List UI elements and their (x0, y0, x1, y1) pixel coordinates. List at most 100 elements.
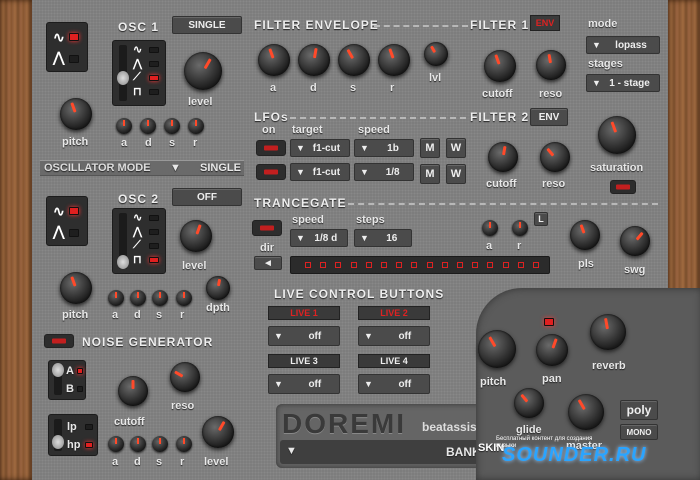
trancegate-step[interactable] (426, 262, 433, 268)
osc1-pitch-knob[interactable] (60, 98, 92, 130)
saturation-knob[interactable] (598, 116, 636, 154)
osc1-release-knob[interactable] (188, 118, 204, 134)
poly-button[interactable]: poly (620, 400, 658, 420)
osc1-mode-button[interactable]: SINGLE (172, 16, 242, 34)
filter-env-attack-knob[interactable] (258, 44, 290, 76)
trancegate-step[interactable] (411, 262, 418, 268)
osc2-release-knob[interactable] (176, 290, 192, 306)
filter2-cutoff-knob[interactable] (488, 142, 518, 172)
filter1-reso-knob[interactable] (536, 50, 566, 80)
noise-ab-switch[interactable]: A B (48, 360, 86, 400)
lfo1-w-button[interactable]: W (446, 138, 466, 158)
osc1-decay-knob[interactable] (140, 118, 156, 134)
filter1-cutoff-knob[interactable] (484, 50, 516, 82)
noise-filter-switch[interactable]: lp hp (48, 414, 98, 456)
noise-cutoff-knob[interactable] (118, 376, 148, 406)
noise-level-knob[interactable] (202, 416, 234, 448)
filter2-env-button[interactable]: ENV (530, 108, 568, 126)
trancegate-step[interactable] (502, 262, 509, 268)
osc1-level-knob[interactable] (184, 52, 222, 90)
osc2-sustain-knob[interactable] (152, 290, 168, 306)
trancegate-step[interactable] (533, 262, 539, 268)
trancegate-step[interactable] (305, 262, 311, 268)
noise-attack-knob[interactable] (108, 436, 124, 452)
lfo1-m-button[interactable]: M (420, 138, 440, 158)
lfo2-on-button[interactable] (256, 164, 286, 180)
trancegate-step[interactable] (350, 262, 357, 268)
live-2-dropdown[interactable]: ▼ off (358, 326, 430, 346)
trancegate-step[interactable] (381, 262, 387, 268)
filter2-reso-knob[interactable] (540, 142, 570, 172)
trancegate-steps-dropdown[interactable]: ▼ 16 (354, 229, 412, 247)
live-3-dropdown[interactable]: ▼ off (268, 374, 340, 394)
osc1-wave-switch[interactable]: ∿ ⋀ (46, 22, 88, 72)
chevron-down-icon[interactable]: ▼ (170, 162, 181, 174)
live-1-dropdown[interactable]: ▼ off (268, 326, 340, 346)
osc2-wave-switch[interactable]: ∿ ⋀ (46, 196, 88, 246)
noise-toggle-button[interactable] (44, 334, 74, 348)
trancegate-step[interactable] (335, 262, 342, 268)
lfo2-w-button[interactable]: W (446, 164, 466, 184)
trancegate-release-knob[interactable] (512, 220, 528, 236)
live-3-button[interactable]: LIVE 3 (268, 354, 340, 368)
swing-knob[interactable] (620, 226, 650, 256)
filter1-stages-dropdown[interactable]: ▼ 1 - stage (586, 74, 660, 92)
trancegate-step[interactable] (457, 262, 463, 268)
lfo1-speed-dropdown[interactable]: ▼ 1b (354, 139, 414, 157)
trancegate-step-sequencer[interactable] (290, 256, 550, 274)
trancegate-on-button[interactable] (252, 220, 282, 236)
osc2-pitch-knob[interactable] (60, 272, 92, 304)
filter-env-level-knob[interactable] (424, 42, 448, 66)
lfo2-m-button[interactable]: M (420, 164, 440, 184)
trancegate-step[interactable] (396, 262, 403, 268)
trancegate-step[interactable] (517, 262, 524, 268)
lfo1-target-dropdown[interactable]: ▼ f1-cut (290, 139, 350, 157)
trancegate-attack-knob[interactable] (482, 220, 498, 236)
live-1-button[interactable]: LIVE 1 (268, 306, 340, 320)
osc1-attack-knob[interactable] (116, 118, 132, 134)
noise-decay-knob[interactable] (130, 436, 146, 452)
noise-reso-knob[interactable] (170, 362, 200, 392)
filter1-env-button[interactable]: ENV (530, 15, 560, 31)
osc2-depth-knob[interactable] (206, 276, 230, 300)
lfo2-target-dropdown[interactable]: ▼ f1-cut (290, 163, 350, 181)
chevron-down-icon[interactable]: ▼ (286, 445, 297, 457)
trancegate-step[interactable] (365, 262, 372, 268)
saturation-toggle[interactable] (610, 180, 636, 194)
reverb-knob[interactable] (590, 314, 626, 350)
lfo1-on-button[interactable] (256, 140, 286, 156)
filter-env-sustain-knob[interactable] (338, 44, 370, 76)
trancegate-step[interactable] (487, 262, 494, 268)
master-pitch-knob[interactable] (478, 330, 516, 368)
trancegate-speed-dropdown[interactable]: ▼ 1/8 d (290, 229, 348, 247)
live-2-button[interactable]: LIVE 2 (358, 306, 430, 320)
noise-sustain-knob[interactable] (152, 436, 168, 452)
noise-release-knob[interactable] (176, 436, 192, 452)
osc2-decay-knob[interactable] (130, 290, 146, 306)
osc2-level-knob[interactable] (180, 220, 212, 252)
filter1-mode-dropdown[interactable]: ▼ lopass (586, 36, 660, 54)
trancegate-dir-button[interactable]: ◄ (254, 256, 282, 270)
lfo2-speed-dropdown[interactable]: ▼ 1/8 (354, 163, 414, 181)
osc2-attack-knob[interactable] (108, 290, 124, 306)
pan-knob[interactable] (536, 334, 568, 366)
live-4-dropdown[interactable]: ▼ off (358, 374, 430, 394)
osc2-mode-button[interactable]: OFF (172, 188, 242, 206)
master-volume-knob[interactable] (568, 394, 604, 430)
pulse-knob[interactable] (570, 220, 600, 250)
trancegate-step[interactable] (441, 262, 448, 268)
filter-env-release-knob[interactable] (378, 44, 410, 76)
trancegate-step[interactable] (472, 262, 479, 268)
mono-button[interactable]: MONO (620, 424, 658, 440)
osc1-waveform-selector[interactable]: ∿ ⋀ ⟋ ⊓ (112, 40, 166, 106)
live-4-button[interactable]: LIVE 4 (358, 354, 430, 368)
filter-env-decay-knob[interactable] (298, 44, 330, 76)
osc2-waveform-selector[interactable]: ∿ ⋀ ⟋ ⊓ (112, 208, 166, 274)
trancegate-step[interactable] (320, 262, 327, 268)
osc2-wave-thumb[interactable] (117, 255, 129, 269)
osc1-wave-thumb[interactable] (117, 71, 129, 85)
trancegate-l-button[interactable]: L (534, 212, 548, 226)
osc-mode-bar[interactable]: OSCILLATOR MODE ▼ SINGLE (40, 160, 244, 176)
osc1-sustain-knob[interactable] (164, 118, 180, 134)
glide-knob[interactable] (514, 388, 544, 418)
